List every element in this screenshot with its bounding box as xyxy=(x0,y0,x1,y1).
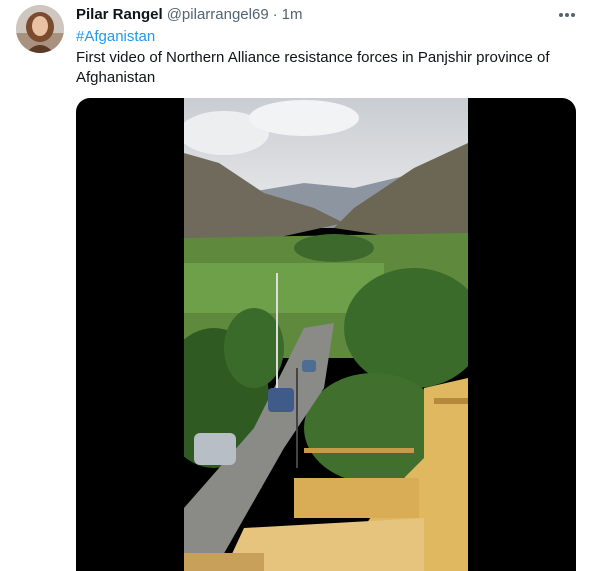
author-handle[interactable]: @pilarrangel69 xyxy=(167,6,269,23)
video-thumbnail xyxy=(184,98,468,571)
timestamp[interactable]: 1m xyxy=(282,6,303,23)
tweet-text: First video of Northern Alliance resista… xyxy=(76,49,550,86)
more-options-button[interactable] xyxy=(552,4,582,26)
video-player[interactable] xyxy=(76,98,576,571)
more-horizontal-icon xyxy=(559,13,575,17)
avatar-image xyxy=(16,5,64,53)
tweet-header: Pilar Rangel @pilarrangel69 · 1m xyxy=(76,6,303,26)
separator-dot: · xyxy=(272,6,278,23)
hashtag-link[interactable]: #Afganistan xyxy=(76,28,155,45)
avatar[interactable] xyxy=(16,5,64,53)
video-frame xyxy=(184,98,468,571)
tweet[interactable]: Pilar Rangel @pilarrangel69 · 1m #Afgani… xyxy=(0,0,600,571)
author-name[interactable]: Pilar Rangel xyxy=(76,6,163,23)
